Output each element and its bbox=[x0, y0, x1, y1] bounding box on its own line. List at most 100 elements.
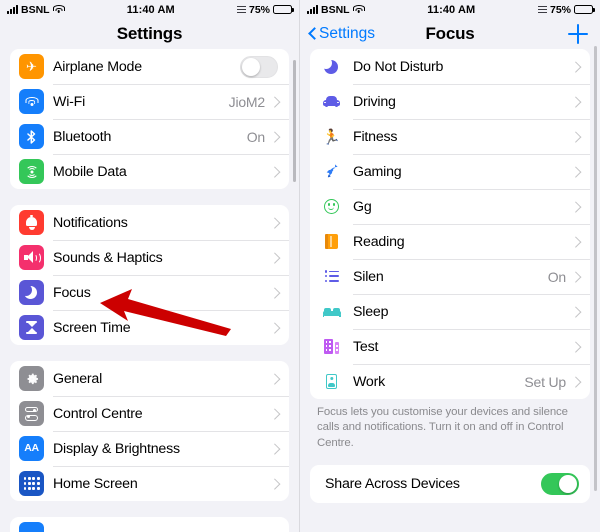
bell-icon bbox=[19, 210, 44, 235]
row-label: Silen bbox=[353, 268, 384, 285]
settings-row-mobile-data[interactable]: Mobile Data bbox=[10, 154, 289, 189]
status-bar-right-cluster: 75% bbox=[236, 4, 294, 16]
row-label: Sleep bbox=[353, 303, 389, 320]
page-title: Settings bbox=[116, 24, 183, 43]
row-label: Screen Time bbox=[53, 319, 131, 336]
row-label: Driving bbox=[353, 93, 396, 110]
row-value: Set Up bbox=[524, 373, 566, 390]
settings-row-control-centre[interactable]: Control Centre bbox=[10, 396, 289, 431]
row-label: Test bbox=[353, 338, 379, 355]
wifi-icon bbox=[52, 5, 65, 14]
row-label: General bbox=[53, 370, 103, 387]
rocket-icon bbox=[319, 161, 344, 183]
back-button[interactable]: Settings bbox=[308, 25, 375, 43]
hourglass-icon bbox=[19, 315, 44, 340]
focus-row-gg[interactable]: Gg bbox=[310, 189, 590, 224]
focus-row-do-not-disturb[interactable]: Do Not Disturb bbox=[310, 49, 590, 84]
settings-row-sounds-haptics[interactable]: Sounds & Haptics bbox=[10, 240, 289, 275]
scrollbar-left[interactable] bbox=[293, 60, 296, 182]
battery-icon bbox=[574, 4, 595, 15]
moon-icon bbox=[19, 280, 44, 305]
settings-row-notifications[interactable]: Notifications bbox=[10, 205, 289, 240]
chevron-right-icon bbox=[572, 271, 579, 282]
row-label: Fitness bbox=[353, 128, 398, 145]
settings-screen: BSNL 11:40 AM 75% Settings ✈ Airplane Mo… bbox=[0, 0, 300, 532]
share-across-devices-row[interactable]: Share Across Devices bbox=[310, 465, 590, 503]
focus-row-reading[interactable]: Reading bbox=[310, 224, 590, 259]
navbar-settings: Settings bbox=[0, 19, 299, 49]
focus-row-gaming[interactable]: Gaming bbox=[310, 154, 590, 189]
status-bar-right-cluster: 75% bbox=[537, 3, 595, 16]
display-brightness-icon: AA bbox=[19, 436, 44, 461]
airplane-icon: ✈ bbox=[19, 54, 44, 79]
focus-scroll-area[interactable]: Do Not Disturb Driving 🏃 Fitness Gaming … bbox=[300, 49, 600, 532]
chevron-left-icon bbox=[308, 28, 316, 41]
focus-list-group: Do Not Disturb Driving 🏃 Fitness Gaming … bbox=[310, 49, 590, 399]
status-bar-left-cluster: BSNL bbox=[307, 4, 365, 16]
focus-row-fitness[interactable]: 🏃 Fitness bbox=[310, 119, 590, 154]
chevron-right-icon bbox=[271, 478, 278, 489]
chevron-right-icon bbox=[572, 96, 579, 107]
focus-footnote: Focus lets you customise your devices an… bbox=[317, 406, 568, 449]
chevron-right-icon bbox=[271, 373, 278, 384]
row-label: Display & Brightness bbox=[53, 440, 180, 457]
chevron-right-icon bbox=[572, 376, 579, 387]
focus-row-work[interactable]: Work Set Up bbox=[310, 364, 590, 399]
row-label: Work bbox=[353, 373, 386, 390]
clock-label: 11:40 AM bbox=[427, 3, 476, 16]
row-label: Notifications bbox=[53, 214, 128, 231]
chevron-right-icon bbox=[572, 236, 579, 247]
settings-row-display-brightness[interactable]: AA Display & Brightness bbox=[10, 431, 289, 466]
row-label: Airplane Mode bbox=[53, 58, 142, 75]
focus-row-sleep[interactable]: Sleep bbox=[310, 294, 590, 329]
gear-icon bbox=[19, 366, 44, 391]
cellular-icon bbox=[19, 159, 44, 184]
settings-row-partial[interactable] bbox=[10, 517, 289, 532]
scrollbar-right[interactable] bbox=[594, 46, 597, 491]
share-across-devices-group: Share Across Devices bbox=[310, 464, 590, 503]
carrier-label: BSNL bbox=[21, 3, 50, 16]
airplane-mode-toggle[interactable] bbox=[240, 55, 278, 78]
focus-row-test[interactable]: Test bbox=[310, 329, 590, 364]
row-value: On bbox=[246, 128, 265, 145]
wifi-icon bbox=[352, 5, 365, 14]
settings-group-notifications: Notifications Sounds & Haptics Focus Scr… bbox=[10, 205, 289, 345]
chevron-right-icon bbox=[271, 131, 278, 142]
battery-percent-label: 75% bbox=[549, 3, 571, 16]
share-across-devices-toggle[interactable] bbox=[541, 472, 579, 495]
status-bar-right: BSNL 11:40 AM 75% bbox=[300, 0, 600, 19]
focus-row-silen[interactable]: Silen On bbox=[310, 259, 590, 294]
chevron-right-icon bbox=[572, 341, 579, 352]
plus-icon[interactable] bbox=[568, 24, 588, 44]
car-icon bbox=[319, 91, 344, 113]
chevron-right-icon bbox=[271, 287, 278, 298]
status-bar-left-cluster: BSNL bbox=[7, 4, 65, 16]
clock-label: 11:40 AM bbox=[126, 3, 175, 16]
menu-lines-icon bbox=[236, 6, 246, 13]
settings-row-home-screen[interactable]: Home Screen bbox=[10, 466, 289, 501]
bed-icon bbox=[319, 301, 344, 323]
signal-bars-icon bbox=[7, 5, 18, 14]
status-bar-left: BSNL 11:40 AM 75% bbox=[0, 0, 299, 19]
settings-row-bluetooth[interactable]: Bluetooth On bbox=[10, 119, 289, 154]
row-label: Wi-Fi bbox=[53, 93, 86, 110]
settings-row-focus[interactable]: Focus bbox=[10, 275, 289, 310]
list-icon bbox=[319, 266, 344, 288]
chevron-right-icon bbox=[572, 166, 579, 177]
row-label: Gaming bbox=[353, 163, 402, 180]
settings-row-airplane-mode[interactable]: ✈ Airplane Mode bbox=[10, 49, 289, 84]
settings-row-wifi[interactable]: Wi-Fi JioM2 bbox=[10, 84, 289, 119]
settings-row-screen-time[interactable]: Screen Time bbox=[10, 310, 289, 345]
row-label: Share Across Devices bbox=[325, 475, 460, 492]
building-icon bbox=[319, 336, 344, 358]
badge-icon bbox=[319, 371, 344, 393]
row-label: Mobile Data bbox=[53, 163, 127, 180]
focus-row-driving[interactable]: Driving bbox=[310, 84, 590, 119]
settings-scroll-area[interactable]: ✈ Airplane Mode Wi-Fi JioM2 Bluetooth On bbox=[0, 49, 299, 532]
home-screen-icon bbox=[19, 471, 44, 496]
settings-group-connectivity: ✈ Airplane Mode Wi-Fi JioM2 Bluetooth On bbox=[10, 49, 289, 189]
settings-row-general[interactable]: General bbox=[10, 361, 289, 396]
accessibility-icon bbox=[19, 522, 44, 532]
running-person-icon: 🏃 bbox=[322, 128, 341, 146]
row-label: Sounds & Haptics bbox=[53, 249, 163, 266]
